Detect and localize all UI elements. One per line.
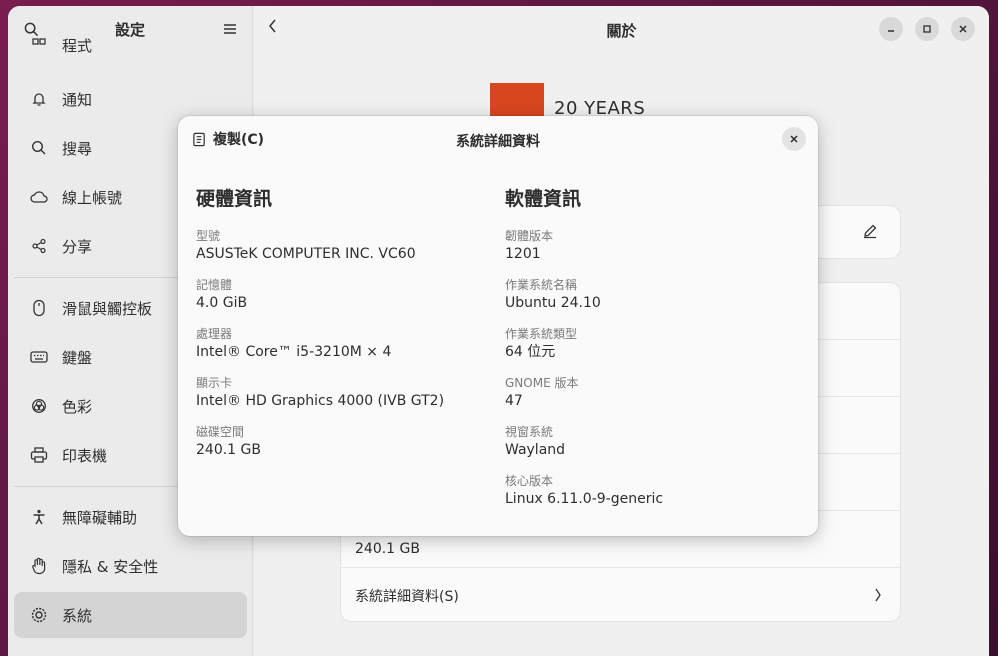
system-details-dialog: 複製(C) 系統詳細資料 硬體資訊 型號 ASUSTeK COMPUTER IN… xyxy=(178,116,818,536)
color-icon xyxy=(28,395,50,417)
dialog-close-button[interactable] xyxy=(782,127,806,151)
disk-value: 240.1 GB xyxy=(355,541,420,557)
hw-field-value: Intel® HD Graphics 4000 (IVB GT2) xyxy=(196,393,445,409)
keyboard-icon xyxy=(28,346,50,368)
close-button[interactable] xyxy=(951,17,975,41)
sw-field: 作業系統名稱 Ubuntu 24.10 xyxy=(505,277,795,313)
sidebar-item-label: 通知 xyxy=(62,90,93,109)
sidebar-item-label: 隱私 & 安全性 xyxy=(62,557,159,576)
hw-field-label: 型號 xyxy=(196,229,221,243)
minimize-button[interactable] xyxy=(879,17,903,41)
share-icon xyxy=(28,235,50,257)
hw-field-value: Intel® Core™ i5-3210M × 4 xyxy=(196,344,392,360)
printer-icon xyxy=(28,444,50,466)
sidebar-item-label: 程式 xyxy=(62,36,93,55)
sw-field: 作業系統類型 64 位元 xyxy=(505,326,795,362)
edit-icon[interactable] xyxy=(862,223,878,243)
sidebar-item-label: 搜尋 xyxy=(62,139,93,158)
sw-field: GNOME 版本 47 xyxy=(505,375,795,411)
system-details-row[interactable]: 系統詳細資料(S) xyxy=(341,568,900,621)
dialog-header: 複製(C) 系統詳細資料 xyxy=(178,116,818,162)
hardware-section: 硬體資訊 型號 ASUSTeK COMPUTER INC. VC60 記憶體 4… xyxy=(196,184,486,473)
hw-field: 顯示卡 Intel® HD Graphics 4000 (IVB GT2) xyxy=(196,375,486,411)
hw-field: 磁碟空間 240.1 GB xyxy=(196,424,486,460)
maximize-button[interactable] xyxy=(915,17,939,41)
sw-field: 核心版本 Linux 6.11.0-9-generic xyxy=(505,473,795,509)
sw-field: 視窗系統 Wayland xyxy=(505,424,795,460)
sidebar-item-label: 滑鼠與觸控板 xyxy=(62,299,153,318)
hw-field-label: 顯示卡 xyxy=(196,376,233,390)
chevron-right-icon xyxy=(874,587,882,606)
accessibility-icon xyxy=(28,506,50,528)
hw-field-label: 處理器 xyxy=(196,327,233,341)
search-icon xyxy=(28,137,50,159)
dialog-title: 系統詳細資料 xyxy=(456,134,540,150)
apps-icon xyxy=(28,34,50,56)
sw-field-value: Ubuntu 24.10 xyxy=(505,295,601,311)
sw-field: 韌體版本 1201 xyxy=(505,228,795,264)
sw-field-value: 47 xyxy=(505,393,523,409)
hw-field-value: 240.1 GB xyxy=(196,442,261,458)
sidebar-item-label: 鍵盤 xyxy=(62,348,93,367)
hardware-heading: 硬體資訊 xyxy=(196,188,273,210)
sw-field-label: 視窗系統 xyxy=(505,425,554,439)
sw-field-value: 64 位元 xyxy=(505,344,556,360)
sidebar-item-system[interactable]: 系統 xyxy=(14,592,247,638)
content-header: 關於 xyxy=(254,6,989,52)
hand-icon xyxy=(28,555,50,577)
sidebar-item-label: 系統 xyxy=(62,606,93,625)
sidebar-item-label: 色彩 xyxy=(62,397,93,416)
hw-field-label: 磁碟空間 xyxy=(196,425,245,439)
sidebar-item-privacy[interactable]: 隱私 & 安全性 xyxy=(14,543,247,589)
sidebar-item-apps[interactable]: 程式 xyxy=(14,22,247,68)
sidebar-item-label: 無障礙輔助 xyxy=(62,508,138,527)
sw-field-value: Linux 6.11.0-9-generic xyxy=(505,491,664,507)
sidebar-item-label: 線上帳號 xyxy=(62,188,123,207)
hw-field: 處理器 Intel® Core™ i5-3210M × 4 xyxy=(196,326,486,362)
sidebar-item-label: 分享 xyxy=(62,237,93,256)
mouse-icon xyxy=(28,297,50,319)
cloud-icon xyxy=(28,186,50,208)
hw-field-label: 記憶體 xyxy=(196,278,233,292)
sw-field-label: 核心版本 xyxy=(505,474,554,488)
bell-icon xyxy=(28,88,50,110)
sidebar-item-label: 印表機 xyxy=(62,446,108,465)
sw-field-value: Wayland xyxy=(505,442,566,458)
hw-field: 記憶體 4.0 GiB xyxy=(196,277,486,313)
gear-icon xyxy=(28,604,50,626)
sw-field-value: 1201 xyxy=(505,246,541,262)
software-heading: 軟體資訊 xyxy=(505,188,582,210)
hw-field: 型號 ASUSTeK COMPUTER INC. VC60 xyxy=(196,228,486,264)
hw-field-value: 4.0 GiB xyxy=(196,295,248,311)
sw-field-label: 韌體版本 xyxy=(505,229,554,243)
system-details-label: 系統詳細資料(S) xyxy=(355,589,459,605)
sw-field-label: 作業系統類型 xyxy=(505,327,578,341)
hw-field-value: ASUSTeK COMPUTER INC. VC60 xyxy=(196,246,416,262)
sw-field-label: GNOME 版本 xyxy=(505,376,579,390)
software-section: 軟體資訊 韌體版本 1201 作業系統名稱 Ubuntu 24.10 作業系統類… xyxy=(505,184,795,522)
sw-field-label: 作業系統名稱 xyxy=(505,278,578,292)
